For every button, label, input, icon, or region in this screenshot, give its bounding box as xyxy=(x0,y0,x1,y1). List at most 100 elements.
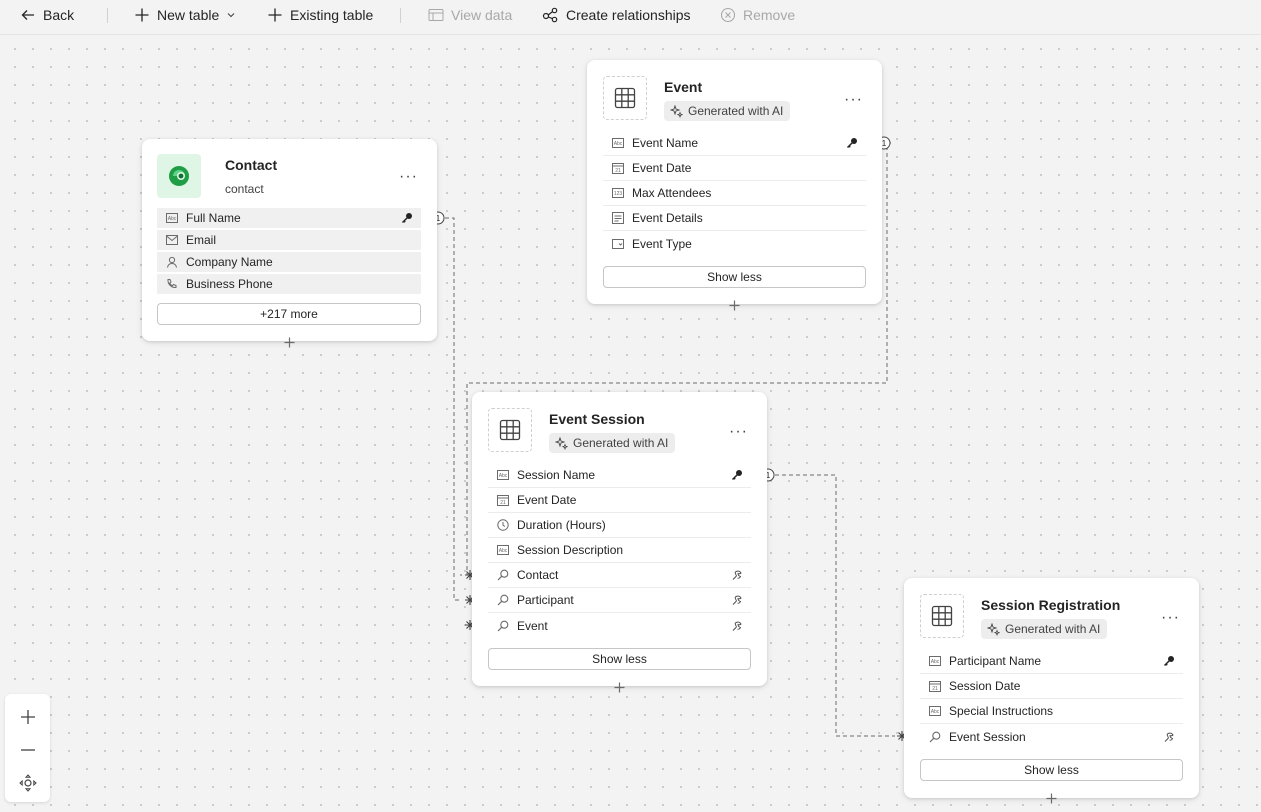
more-options-icon[interactable]: ··· xyxy=(844,92,863,108)
badge-label: Generated with AI xyxy=(688,104,784,118)
existing-table-label: Existing table xyxy=(290,7,374,23)
table-card-session-registration[interactable]: Session Registration Generated with AI ·… xyxy=(904,578,1199,798)
column-row[interactable]: Company Name xyxy=(157,252,421,272)
text-area-icon xyxy=(611,212,624,225)
remove-button[interactable]: Remove xyxy=(720,0,795,30)
zoom-in-icon xyxy=(20,710,35,724)
column-row[interactable]: Abc Full Name xyxy=(157,208,421,228)
add-column-plus-icon[interactable] xyxy=(282,335,296,349)
dataverse-logo-icon xyxy=(169,166,190,186)
svg-text:123: 123 xyxy=(613,191,622,197)
svg-text:Abc: Abc xyxy=(498,473,507,479)
column-row[interactable]: Event Type xyxy=(603,231,866,256)
column-row[interactable]: Business Phone xyxy=(157,274,421,294)
toolbar-divider xyxy=(107,8,108,23)
badge-label: Generated with AI xyxy=(1005,622,1101,636)
add-column-plus-icon[interactable] xyxy=(1044,791,1058,805)
new-table-button[interactable]: New table xyxy=(134,0,236,30)
show-less-button[interactable]: Show less xyxy=(488,648,751,670)
column-row[interactable]: Participant xyxy=(488,588,751,613)
text-field-icon: Abc xyxy=(496,544,509,557)
column-row[interactable]: Event Session xyxy=(920,724,1183,749)
column-row[interactable]: Event Details xyxy=(603,206,866,231)
column-row[interactable]: Abc Special Instructions xyxy=(920,699,1183,724)
text-field-icon: Abc xyxy=(496,469,509,482)
show-less-button[interactable]: Show less xyxy=(603,266,866,288)
table-grid-icon xyxy=(614,87,636,109)
more-options-icon[interactable]: ··· xyxy=(399,169,418,185)
column-name: Company Name xyxy=(186,255,273,269)
table-title: Event xyxy=(664,79,703,95)
zoom-out-button[interactable] xyxy=(5,733,50,767)
contact-logo xyxy=(157,154,201,198)
text-field-icon: Abc xyxy=(611,137,624,150)
column-row[interactable]: 21 Event Date xyxy=(603,156,866,181)
table-card-contact[interactable]: Contact contact ··· Abc Full Name Email … xyxy=(142,139,437,341)
column-name: Session Date xyxy=(949,679,1021,693)
relationships-icon xyxy=(542,7,558,23)
relationship-icon xyxy=(731,569,743,581)
table-card-event-session[interactable]: Event Session Generated with AI ··· Abc … xyxy=(472,392,767,686)
text-field-icon: Abc xyxy=(928,705,941,718)
fit-view-button[interactable] xyxy=(5,766,50,800)
number-icon: 123 xyxy=(611,187,624,200)
column-row[interactable]: Duration (Hours) xyxy=(488,513,751,538)
column-name: Duration (Hours) xyxy=(517,518,606,532)
column-row[interactable]: Abc Participant Name xyxy=(920,649,1183,674)
svg-text:Abc: Abc xyxy=(498,548,507,554)
badge-label: Generated with AI xyxy=(573,436,669,450)
text-field-icon: Abc xyxy=(165,212,178,225)
existing-table-button[interactable]: Existing table xyxy=(267,0,373,30)
phone-icon xyxy=(165,278,178,291)
column-row[interactable]: Abc Session Description xyxy=(488,538,751,563)
column-name: Email xyxy=(186,233,217,247)
column-name: Event Date xyxy=(517,493,577,507)
plus-icon xyxy=(135,8,149,22)
key-icon xyxy=(1163,655,1175,667)
column-row[interactable]: Email xyxy=(157,230,421,250)
more-options-icon[interactable]: ··· xyxy=(1161,610,1180,626)
relationship-icon xyxy=(731,594,743,606)
column-row[interactable]: 21 Session Date xyxy=(920,674,1183,699)
add-column-plus-icon[interactable] xyxy=(612,680,626,694)
column-name: Participant Name xyxy=(949,654,1042,668)
column-name: Participant xyxy=(517,593,574,607)
column-row[interactable]: Abc Event Name xyxy=(603,131,866,156)
show-more-columns-button[interactable]: +217 more xyxy=(157,303,421,325)
toolbar-divider xyxy=(400,8,401,23)
back-label: Back xyxy=(43,7,75,23)
create-relationships-button[interactable]: Create relationships xyxy=(542,0,691,30)
table-title: Session Registration xyxy=(981,597,1121,613)
person-icon xyxy=(165,256,178,269)
lookup-icon xyxy=(928,730,941,743)
add-column-plus-icon[interactable] xyxy=(727,298,741,312)
svg-text:Abc: Abc xyxy=(613,141,622,147)
back-button[interactable]: Back xyxy=(20,0,74,30)
more-options-icon[interactable]: ··· xyxy=(729,424,748,440)
table-schema-name: contact xyxy=(225,182,264,196)
column-name: Event xyxy=(517,618,548,633)
view-data-button[interactable]: View data xyxy=(428,0,512,30)
lookup-icon xyxy=(496,619,509,632)
choice-icon xyxy=(611,237,624,250)
column-name: Event Type xyxy=(632,236,692,251)
view-data-label: View data xyxy=(451,7,513,23)
view-data-icon xyxy=(428,9,444,21)
zoom-in-button[interactable] xyxy=(5,700,50,734)
back-arrow-icon xyxy=(21,10,34,20)
column-row[interactable]: 21 Event Date xyxy=(488,488,751,513)
column-row[interactable]: Contact xyxy=(488,563,751,588)
column-name: Event Details xyxy=(632,211,703,225)
one-marker-event: 1 xyxy=(882,139,887,148)
table-icon-frame xyxy=(488,408,532,452)
generated-with-ai-badge: Generated with AI xyxy=(664,101,791,121)
table-card-event[interactable]: Event Generated with AI ··· Abc Event Na… xyxy=(587,60,882,304)
generated-with-ai-badge: Generated with AI xyxy=(981,619,1108,639)
svg-text:Abc: Abc xyxy=(930,709,939,715)
show-less-button[interactable]: Show less xyxy=(920,759,1183,781)
column-name: Event Name xyxy=(632,136,699,150)
column-row[interactable]: Event xyxy=(488,613,751,638)
table-icon-frame xyxy=(603,76,647,120)
column-row[interactable]: 123 Max Attendees xyxy=(603,181,866,206)
column-row[interactable]: Abc Session Name xyxy=(488,463,751,488)
